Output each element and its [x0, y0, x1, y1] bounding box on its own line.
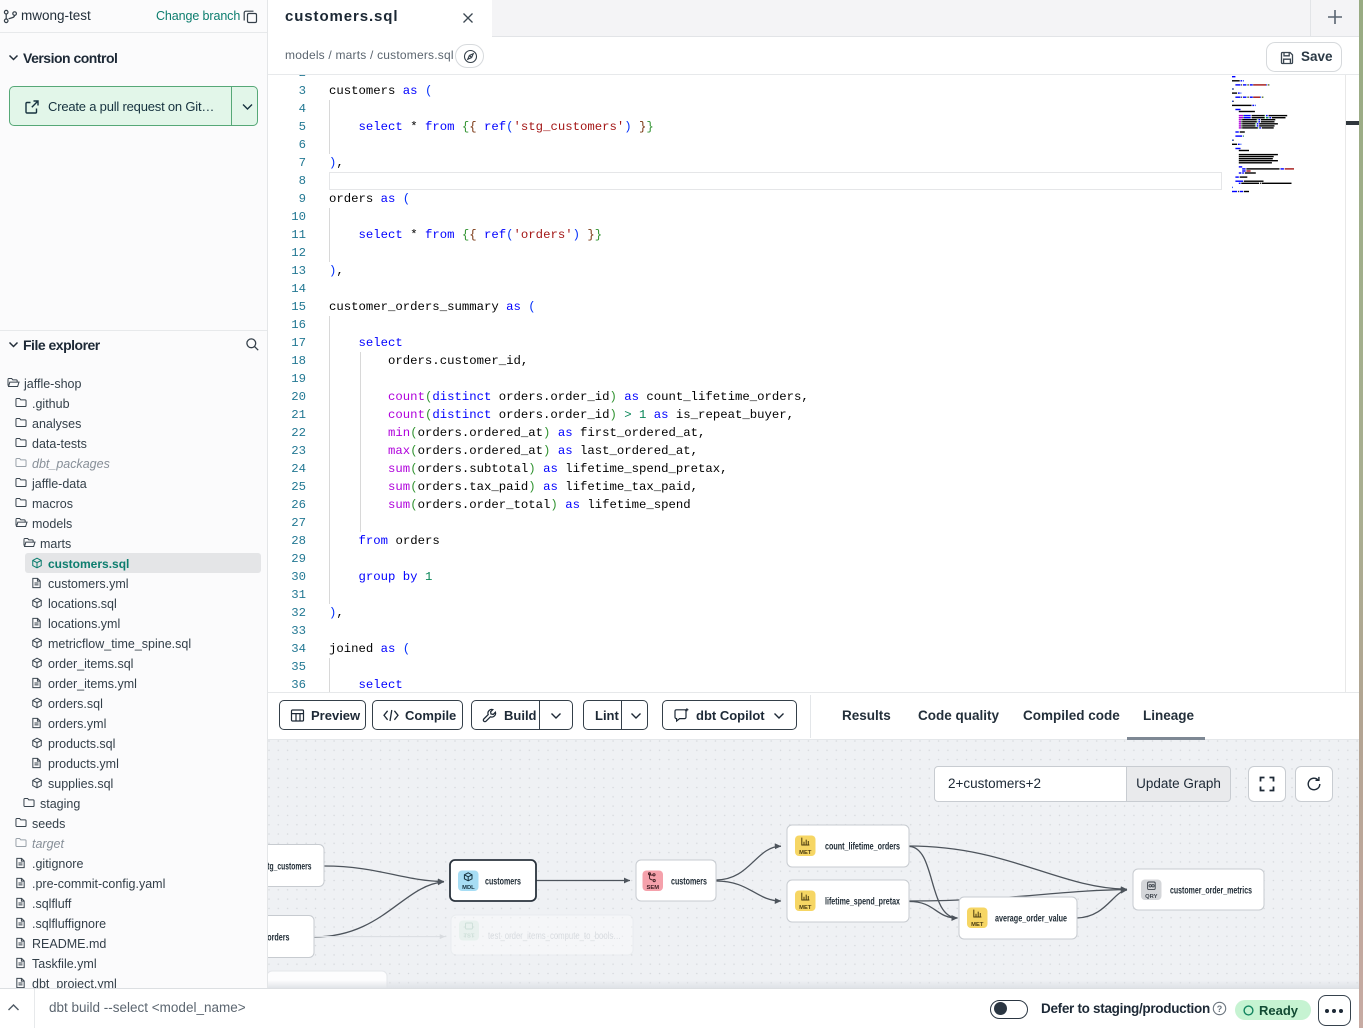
svg-text:lifetime_spend_pretax: lifetime_spend_pretax — [825, 897, 900, 908]
svg-text:SEM: SEM — [647, 885, 660, 891]
svg-text:?: ? — [1217, 1004, 1223, 1014]
svg-text:average_order_value: average_order_value — [995, 914, 1067, 925]
svg-text:customers: customers — [671, 877, 707, 888]
svg-text:MET: MET — [971, 922, 984, 928]
svg-text:QRY: QRY — [1145, 894, 1157, 900]
svg-text:MET: MET — [799, 905, 812, 911]
svg-text:MET: MET — [799, 850, 812, 856]
svg-text:stg_orders: stg_orders — [268, 933, 290, 944]
svg-text:test_order_items_compute_to_bo: test_order_items_compute_to_bools… — [488, 931, 621, 942]
svg-text:customer_order_metrics: customer_order_metrics — [1170, 886, 1252, 897]
svg-text:count_lifetime_orders: count_lifetime_orders — [825, 842, 900, 853]
svg-text:MDL: MDL — [462, 885, 475, 891]
svg-text:TST: TST — [464, 934, 475, 940]
svg-text:customers: customers — [485, 877, 521, 888]
svg-text:stg_customers: stg_customers — [268, 862, 312, 873]
